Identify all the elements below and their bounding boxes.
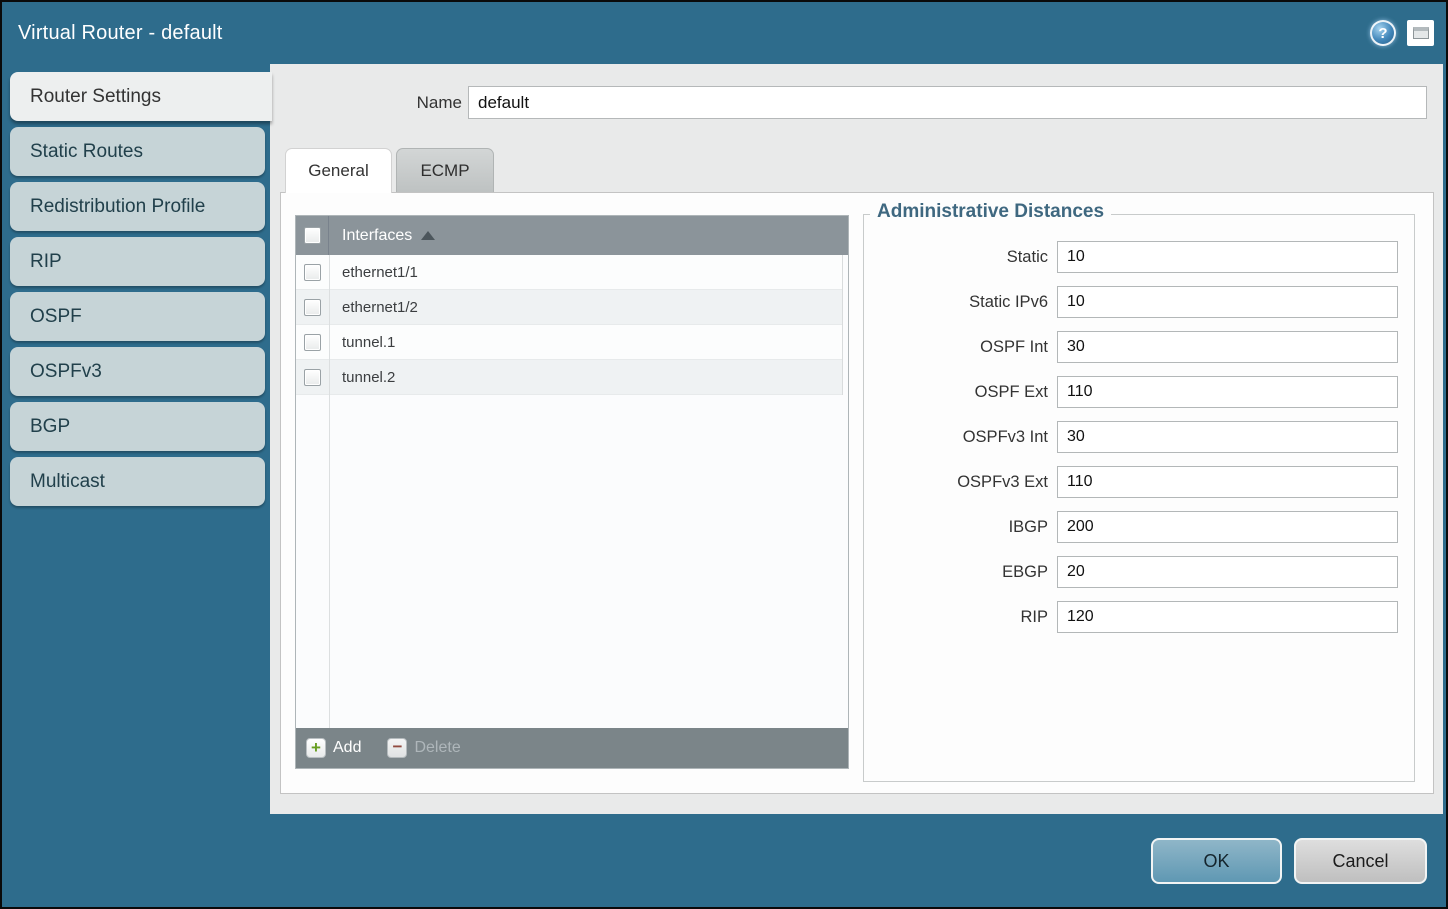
- dialog-title: Virtual Router - default: [18, 22, 223, 45]
- general-tab-panel: Interfaces ethernet1/1 ethernet1/2 tunne…: [280, 192, 1434, 794]
- tab-general[interactable]: General: [285, 148, 392, 193]
- distance-field-label: IBGP: [868, 518, 1048, 537]
- distance-input-static-ipv6[interactable]: [1057, 286, 1398, 318]
- distance-field-label: Static IPv6: [868, 293, 1048, 312]
- distance-input-rip[interactable]: [1057, 601, 1398, 633]
- window-restore-icon[interactable]: [1407, 20, 1434, 46]
- interfaces-column-header: Interfaces: [342, 227, 412, 245]
- interface-name: tunnel.1: [342, 334, 395, 351]
- distance-field-label: Static: [868, 248, 1048, 267]
- sidebar-item-router-settings[interactable]: Router Settings: [10, 72, 272, 121]
- row-checkbox[interactable]: [304, 264, 321, 281]
- dialog-titlebar: Virtual Router - default ?: [2, 2, 1446, 64]
- row-checkbox[interactable]: [304, 369, 321, 386]
- column-separator: [329, 255, 330, 728]
- delete-button[interactable]: − Delete: [387, 738, 460, 758]
- distance-input-ospfv3-int[interactable]: [1057, 421, 1398, 453]
- name-input[interactable]: [468, 86, 1427, 119]
- sidebar-item-static-routes[interactable]: Static Routes: [10, 127, 265, 176]
- administrative-distances-fieldset: Administrative Distances Static Static I…: [863, 214, 1415, 782]
- interfaces-table-footer: + Add − Delete: [296, 728, 848, 768]
- window-restore-glyph: [1413, 27, 1429, 39]
- sidebar-item-ospfv3[interactable]: OSPFv3: [10, 347, 265, 396]
- name-label: Name: [342, 86, 462, 119]
- interface-row[interactable]: ethernet1/2: [296, 290, 843, 325]
- select-all-checkbox[interactable]: [304, 227, 321, 244]
- sidebar-item-ospf[interactable]: OSPF: [10, 292, 265, 341]
- row-checkbox[interactable]: [304, 334, 321, 351]
- sidebar-item-bgp[interactable]: BGP: [10, 402, 265, 451]
- add-button[interactable]: + Add: [306, 738, 361, 758]
- administrative-distances-fields: Static Static IPv6 OSPF Int OSPF Ext OSP…: [864, 215, 1414, 633]
- distance-field-label: OSPF Int: [868, 338, 1048, 357]
- help-icon[interactable]: ?: [1370, 20, 1396, 46]
- titlebar-icons: ?: [1370, 20, 1434, 46]
- interface-name: ethernet1/1: [342, 264, 418, 281]
- distance-input-static[interactable]: [1057, 241, 1398, 273]
- delete-button-label: Delete: [414, 739, 460, 757]
- distance-input-ospf-int[interactable]: [1057, 331, 1398, 363]
- interface-row[interactable]: tunnel.1: [296, 325, 843, 360]
- sidebar-item-redistribution-profile[interactable]: Redistribution Profile: [10, 182, 265, 231]
- tab-ecmp[interactable]: ECMP: [396, 148, 494, 192]
- sort-ascending-icon: [421, 231, 435, 240]
- header-checkbox-cell: [296, 216, 329, 255]
- row-checkbox[interactable]: [304, 299, 321, 316]
- ok-button[interactable]: OK: [1151, 838, 1282, 884]
- distance-field-label: OSPFv3 Ext: [868, 473, 1048, 492]
- virtual-router-dialog: Virtual Router - default ? Router Settin…: [0, 0, 1448, 909]
- interface-name: ethernet1/2: [342, 299, 418, 316]
- distance-input-ospfv3-ext[interactable]: [1057, 466, 1398, 498]
- interfaces-table-header[interactable]: Interfaces: [296, 216, 848, 255]
- distance-field-label: RIP: [868, 608, 1048, 627]
- cancel-button[interactable]: Cancel: [1294, 838, 1427, 884]
- add-button-label: Add: [333, 739, 361, 757]
- distance-field-label: OSPFv3 Int: [868, 428, 1048, 447]
- interfaces-table: Interfaces ethernet1/1 ethernet1/2 tunne…: [295, 215, 849, 769]
- administrative-distances-title: Administrative Distances: [870, 201, 1111, 223]
- distance-input-ibgp[interactable]: [1057, 511, 1398, 543]
- delete-icon: −: [387, 738, 407, 758]
- distance-input-ospf-ext[interactable]: [1057, 376, 1398, 408]
- add-icon: +: [306, 738, 326, 758]
- distance-field-label: OSPF Ext: [868, 383, 1048, 402]
- sidebar-item-rip[interactable]: RIP: [10, 237, 265, 286]
- interface-row[interactable]: tunnel.2: [296, 360, 843, 395]
- distance-input-ebgp[interactable]: [1057, 556, 1398, 588]
- interface-row[interactable]: ethernet1/1: [296, 255, 843, 290]
- distance-field-label: EBGP: [868, 563, 1048, 582]
- interface-name: tunnel.2: [342, 369, 395, 386]
- interfaces-table-body: ethernet1/1 ethernet1/2 tunnel.1 tunnel.…: [296, 255, 848, 728]
- scrollbar-track[interactable]: [842, 255, 843, 395]
- sidebar-item-multicast[interactable]: Multicast: [10, 457, 265, 506]
